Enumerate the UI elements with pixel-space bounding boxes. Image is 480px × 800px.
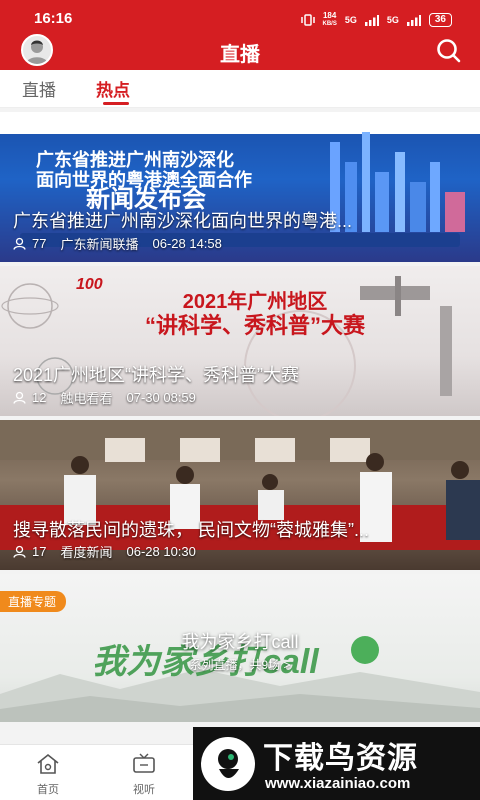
user-count-icon bbox=[13, 237, 26, 250]
timestamp: 06-28 14:58 bbox=[152, 236, 222, 251]
topic-subtitle: 系列直播，共9场 > bbox=[189, 658, 291, 672]
status-time: 16:16 bbox=[34, 10, 73, 27]
nav-video-label: 视听 bbox=[133, 784, 155, 796]
card-title: 2021广州地区“讲科学、秀科普”大赛 bbox=[13, 365, 300, 385]
view-count: 77 bbox=[32, 236, 47, 251]
timestamp: 07-30 08:59 bbox=[126, 390, 196, 405]
status-bar: 16:16 184 KB/S 5G 5G 36 bbox=[0, 0, 480, 36]
status-icons: 184 KB/S 5G 5G 36 bbox=[300, 11, 452, 29]
source-name: 看度新闻 bbox=[60, 545, 113, 560]
tab-live[interactable]: 直播 bbox=[22, 76, 56, 101]
tv-icon bbox=[133, 753, 155, 773]
timestamp: 06-28 10:30 bbox=[126, 544, 196, 559]
card-meta: 77 广东新闻联播 06-28 14:58 bbox=[13, 234, 230, 253]
vibrate-icon bbox=[300, 14, 315, 26]
nav-home[interactable]: 首页 bbox=[18, 753, 78, 797]
card-title: 搜寻散落民间的遗珠， 民间文物“蓉城雅集”... bbox=[13, 520, 369, 540]
nav-video[interactable]: 视听 bbox=[114, 753, 174, 797]
battery-indicator: 36 bbox=[428, 13, 452, 27]
card-meta: 17 看度新闻 06-28 10:30 bbox=[13, 542, 204, 561]
app-bar: 直播 bbox=[0, 34, 480, 70]
signal-icon-2 bbox=[406, 14, 421, 26]
card-meta: 12 触电看看 07-30 08:59 bbox=[13, 388, 204, 407]
source-name: 广东新闻联播 bbox=[60, 237, 139, 252]
user-count-icon bbox=[13, 545, 26, 558]
view-count: 17 bbox=[32, 544, 47, 559]
banner-headline: 广东省推进广州南沙深化 面向世界的粤港澳全面合作 新闻发布会 bbox=[36, 150, 252, 213]
signal-5g-2: 5G bbox=[386, 15, 399, 25]
search-icon[interactable] bbox=[434, 36, 464, 66]
watermark-url: www.xiazainiao.com bbox=[265, 775, 411, 792]
card-title: 广东省推进广州南沙深化面向世界的粤港... bbox=[13, 211, 353, 231]
feed-card[interactable]: 100 2021年广州地区 “讲科学、秀科普”大赛 2021广州地区“讲科学、秀… bbox=[0, 266, 480, 416]
signal-icon bbox=[364, 14, 379, 26]
tab-bar: 直播 热点 bbox=[0, 70, 480, 108]
home-icon bbox=[37, 753, 59, 774]
badge-100: 100 bbox=[76, 276, 103, 293]
view-count: 12 bbox=[32, 390, 47, 405]
banner-headline: 2021年广州地区 “讲科学、秀科普”大赛 bbox=[144, 291, 365, 338]
topic-title: 我为家乡打call bbox=[181, 632, 299, 652]
feed-card[interactable]: 广东省推进广州南沙深化 面向世界的粤港澳全面合作 新闻发布会 广东省推进广州南沙… bbox=[0, 112, 480, 262]
tab-hot[interactable]: 热点 bbox=[96, 76, 130, 101]
nav-home-label: 首页 bbox=[37, 784, 59, 796]
active-tab-indicator bbox=[103, 102, 129, 105]
feed-card[interactable]: 搜寻散落民间的遗珠， 民间文物“蓉城雅集”... 17 看度新闻 06-28 1… bbox=[0, 420, 480, 570]
user-count-icon bbox=[13, 391, 26, 404]
watermark-banner: 下载鸟资源 www.xiazainiao.com bbox=[193, 727, 480, 800]
bird-logo-icon bbox=[201, 737, 255, 791]
page-title: 直播 bbox=[220, 44, 260, 66]
topic-tag: 直播专题 bbox=[0, 591, 67, 612]
watermark-name: 下载鸟资源 bbox=[263, 742, 418, 775]
live-topic-card[interactable]: 直播专题 我为家乡打call 我为家乡打call 系列直播，共9场 > bbox=[0, 574, 480, 722]
signal-5g-1: 5G bbox=[344, 15, 357, 25]
source-name: 触电看看 bbox=[60, 391, 113, 406]
network-speed: 184 KB/S bbox=[322, 11, 337, 27]
